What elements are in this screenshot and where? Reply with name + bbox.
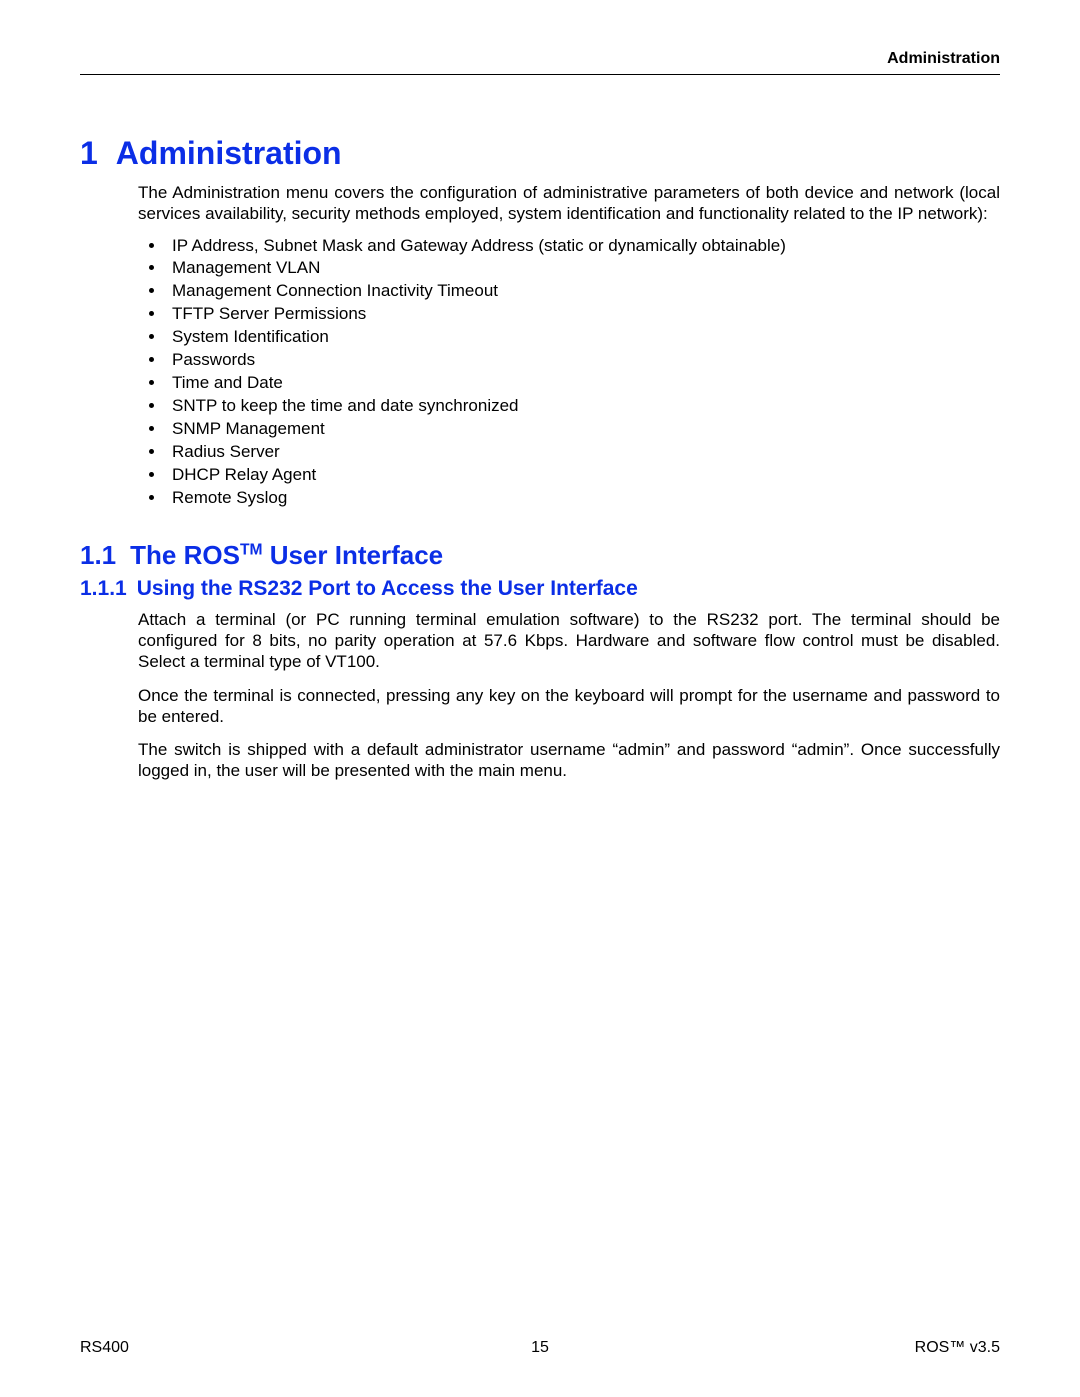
trademark-superscript: TM [240, 541, 263, 558]
running-header: Administration [80, 50, 1000, 74]
footer-page-number: 15 [80, 1339, 1000, 1357]
list-item: SNMP Management [166, 418, 1000, 441]
chapter-number: 1 [80, 135, 98, 172]
list-item: Time and Date [166, 372, 1000, 395]
body-paragraph: Attach a terminal (or PC running termina… [138, 609, 1000, 673]
list-item: System Identification [166, 326, 1000, 349]
subsection-number: 1.1.1 [80, 577, 127, 601]
body-paragraph: The switch is shipped with a default adm… [138, 739, 1000, 782]
subsection-heading: 1.1.1 Using the RS232 Port to Access the … [80, 577, 1000, 601]
list-item: Management VLAN [166, 257, 1000, 280]
header-rule [80, 74, 1000, 75]
intro-paragraph: The Administration menu covers the confi… [138, 182, 1000, 225]
list-item: IP Address, Subnet Mask and Gateway Addr… [166, 235, 1000, 258]
list-item: SNTP to keep the time and date synchroni… [166, 395, 1000, 418]
footer-right: ROS™ v3.5 [915, 1339, 1000, 1357]
list-item: Remote Syslog [166, 487, 1000, 510]
chapter-heading: 1 Administration [80, 135, 1000, 172]
list-item: TFTP Server Permissions [166, 303, 1000, 326]
list-item: DHCP Relay Agent [166, 464, 1000, 487]
list-item: Management Connection Inactivity Timeout [166, 280, 1000, 303]
page: Administration 1 Administration The Admin… [0, 0, 1080, 1397]
list-item: Passwords [166, 349, 1000, 372]
section-title-post: User Interface [262, 540, 443, 570]
footer-left: RS400 [80, 1339, 129, 1357]
footer-product: ROS [915, 1339, 950, 1356]
list-item: Radius Server [166, 441, 1000, 464]
body-paragraph: Once the terminal is connected, pressing… [138, 685, 1000, 728]
page-footer: RS400 15 ROS™ v3.5 [80, 1339, 1000, 1357]
trademark-symbol: ™ [949, 1339, 965, 1356]
chapter-title: Administration [116, 135, 342, 171]
subsection-title: Using the RS232 Port to Access the User … [137, 577, 638, 600]
section-heading: 1.1 The ROSTM User Interface [80, 540, 1000, 571]
feature-list: IP Address, Subnet Mask and Gateway Addr… [138, 235, 1000, 510]
section-title-pre: The ROS [130, 540, 240, 570]
footer-version: v3.5 [965, 1339, 1000, 1356]
section-number: 1.1 [80, 540, 116, 571]
